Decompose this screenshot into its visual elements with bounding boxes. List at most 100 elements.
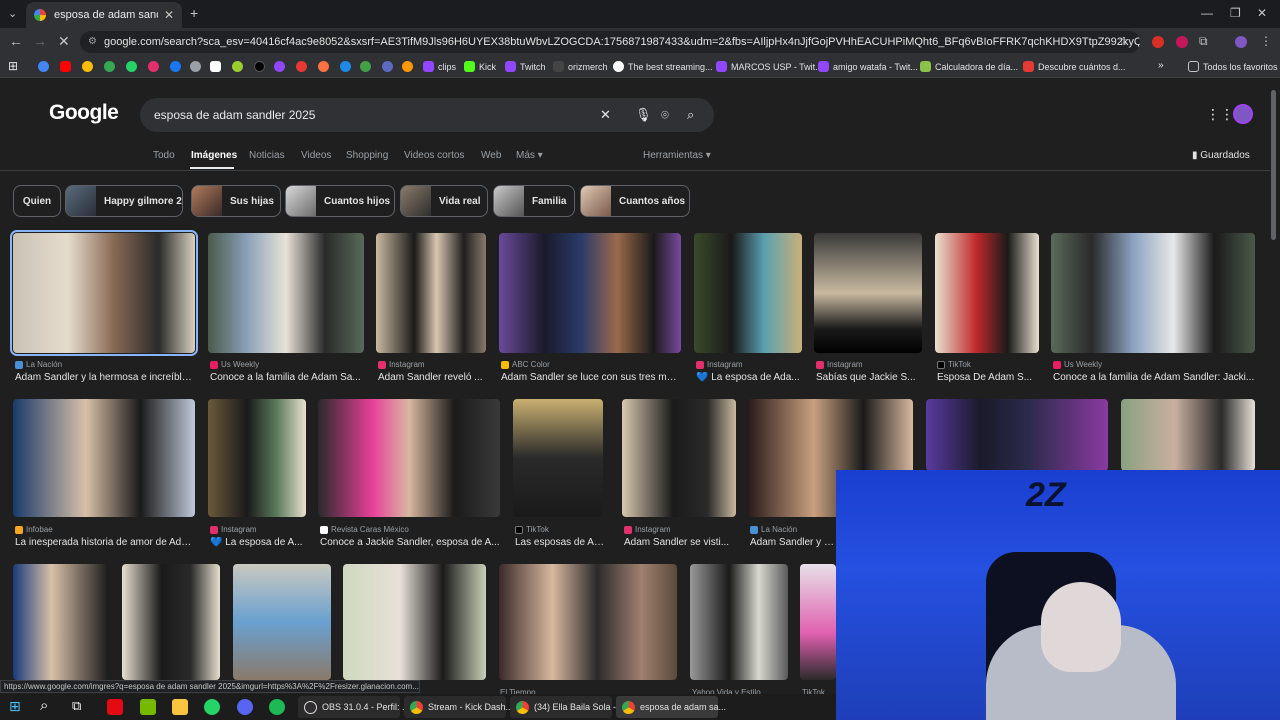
result-source[interactable]: Instagram bbox=[210, 525, 257, 534]
result-source[interactable]: La Nación bbox=[750, 525, 797, 534]
image-result[interactable] bbox=[499, 564, 677, 680]
file-explorer-icon[interactable] bbox=[172, 699, 188, 715]
result-thumbnail[interactable] bbox=[800, 564, 836, 680]
result-caption[interactable]: 💙 La esposa de A... bbox=[210, 537, 308, 548]
image-result[interactable]: La Nación Adam Sandler y la hermosa e in… bbox=[10, 230, 198, 383]
address-bar[interactable]: ⚙ google.com/search?sca_esv=40416cf4ac9e… bbox=[80, 31, 1140, 53]
loading-icon[interactable]: ✕ bbox=[58, 33, 70, 50]
tab-web[interactable]: Web bbox=[481, 150, 501, 161]
close-tab-icon[interactable]: ✕ bbox=[164, 8, 174, 22]
image-result[interactable]: Instagram Sabías que Jackie S... bbox=[814, 233, 922, 383]
page-scrollbar[interactable] bbox=[1271, 90, 1276, 240]
result-thumbnail[interactable] bbox=[926, 399, 1108, 471]
bookmark-streaming[interactable]: The best streaming... bbox=[613, 61, 713, 72]
image-result[interactable] bbox=[343, 564, 486, 680]
image-result[interactable]: TikTok bbox=[800, 564, 836, 697]
clear-search-icon[interactable]: ✕ bbox=[600, 98, 611, 132]
bookmark-chrome-icon[interactable] bbox=[38, 61, 49, 72]
result-thumbnail[interactable] bbox=[13, 564, 109, 680]
bookmark-whatsapp-icon[interactable] bbox=[126, 61, 137, 72]
bookmark-icon[interactable] bbox=[318, 61, 329, 72]
extensions-icon[interactable]: ⧉ bbox=[1199, 34, 1208, 49]
result-source[interactable]: Revista Caras México bbox=[320, 525, 409, 534]
result-thumbnail[interactable] bbox=[690, 564, 788, 680]
result-caption[interactable]: Adam Sandler y el c... bbox=[750, 537, 838, 548]
result-thumbnail[interactable] bbox=[1121, 399, 1255, 471]
windows-start-icon[interactable]: ⊞ bbox=[9, 698, 21, 715]
result-caption[interactable]: Adam Sandler se visti... bbox=[624, 537, 738, 548]
bookmark-kick[interactable]: Kick bbox=[464, 61, 496, 72]
bookmark-icon[interactable] bbox=[296, 61, 307, 72]
search-input[interactable]: esposa de adam sandler 2025 ✕ 🎙 ⌾ ⌕ bbox=[140, 98, 714, 132]
result-thumbnail[interactable] bbox=[208, 233, 364, 353]
result-thumbnail[interactable] bbox=[814, 233, 922, 353]
result-thumbnail[interactable] bbox=[499, 233, 681, 353]
whatsapp-icon[interactable] bbox=[204, 699, 220, 715]
result-caption[interactable]: Las esposas de Ad... bbox=[515, 537, 605, 548]
result-source[interactable]: La Nación bbox=[15, 360, 62, 369]
voice-search-icon[interactable]: 🎙 bbox=[635, 98, 652, 132]
result-thumbnail[interactable] bbox=[622, 399, 736, 517]
bookmark-amigo[interactable]: amigo watafa - Twit... bbox=[818, 61, 918, 72]
result-caption[interactable]: Esposa De Adam S... bbox=[937, 372, 1041, 383]
image-result[interactable]: Yahoo Vida y Estilo bbox=[690, 564, 788, 697]
result-thumbnail[interactable] bbox=[233, 564, 331, 680]
minimize-icon[interactable]: — bbox=[1201, 6, 1213, 20]
extension-red-icon[interactable] bbox=[1152, 36, 1164, 48]
tab-todo[interactable]: Todo bbox=[153, 150, 175, 161]
all-bookmarks[interactable]: Todos los favoritos bbox=[1188, 61, 1278, 72]
tab-mas[interactable]: Más ▾ bbox=[516, 150, 543, 161]
image-result[interactable]: ABC Color Adam Sandler se luce con sus t… bbox=[499, 233, 681, 383]
google-apps-icon[interactable]: ⋮⋮ bbox=[1206, 106, 1234, 123]
image-result[interactable] bbox=[926, 399, 1108, 471]
image-result[interactable]: Infobae La inesperada historia de amor d… bbox=[13, 399, 195, 549]
new-tab-icon[interactable]: + bbox=[190, 5, 198, 21]
bookmark-youtube-icon[interactable] bbox=[60, 61, 71, 72]
image-result[interactable] bbox=[122, 564, 220, 680]
bookmark-icon[interactable] bbox=[82, 61, 93, 72]
image-result[interactable] bbox=[1121, 399, 1255, 471]
result-source[interactable]: Us Weekly bbox=[1053, 360, 1102, 369]
result-caption[interactable]: Conoce a Jackie Sandler, esposa de A... bbox=[320, 537, 500, 548]
taskbar-obs[interactable]: OBS 31.0.4 - Perfil: ... bbox=[298, 696, 410, 718]
image-result[interactable] bbox=[13, 564, 109, 680]
image-result[interactable]: Instagram Adam Sandler reveló ... bbox=[376, 233, 486, 383]
result-source[interactable]: Instagram bbox=[696, 360, 743, 369]
tab-videos-cortos[interactable]: Videos cortos bbox=[404, 150, 464, 161]
browser-tab-active[interactable]: esposa de adam sandler 2025 ✕ bbox=[26, 2, 182, 28]
bookmark-icon[interactable] bbox=[210, 61, 221, 72]
image-result[interactable]: La Nación Adam Sandler y el c... bbox=[748, 399, 913, 549]
google-logo[interactable]: Google bbox=[49, 101, 119, 125]
result-caption[interactable]: 💙 La esposa de Ada... bbox=[696, 372, 804, 383]
bookmark-tiktok-icon[interactable] bbox=[254, 61, 265, 72]
result-source[interactable]: Infobae bbox=[15, 525, 53, 534]
bookmark-icon[interactable] bbox=[360, 61, 371, 72]
result-thumbnail[interactable] bbox=[694, 233, 802, 353]
chip-sus-hijas[interactable]: Sus hijas bbox=[191, 185, 281, 217]
bookmark-icon[interactable] bbox=[232, 61, 243, 72]
result-thumbnail[interactable] bbox=[13, 399, 195, 517]
netflix-icon[interactable] bbox=[107, 699, 123, 715]
bookmark-star-icon[interactable]: ☆ bbox=[1118, 34, 1129, 48]
restore-icon[interactable]: ❐ bbox=[1230, 6, 1241, 20]
saved-button[interactable]: ▮ Guardados bbox=[1192, 150, 1250, 161]
chip-cuantos-anos[interactable]: Cuantos años bbox=[580, 185, 690, 217]
result-thumbnail[interactable] bbox=[122, 564, 220, 680]
image-result[interactable]: Instagram 💙 La esposa de A... bbox=[208, 399, 306, 549]
taskbar-google-search[interactable]: esposa de adam sa... bbox=[616, 696, 726, 718]
bookmark-calculadora[interactable]: Calculadora de día... bbox=[920, 61, 1018, 72]
account-avatar[interactable] bbox=[1233, 104, 1253, 124]
result-source[interactable]: Instagram bbox=[378, 360, 425, 369]
extension-pink-icon[interactable] bbox=[1176, 36, 1188, 48]
tab-search-icon[interactable]: ⌄ bbox=[8, 7, 17, 20]
tab-videos[interactable]: Videos bbox=[301, 150, 331, 161]
menu-kebab-icon[interactable]: ⋮ bbox=[1260, 34, 1272, 48]
result-source[interactable]: Us Weekly bbox=[210, 360, 259, 369]
image-result[interactable] bbox=[233, 564, 331, 680]
task-view-icon[interactable]: ⧉ bbox=[72, 698, 81, 714]
site-info-icon[interactable]: ⚙ bbox=[88, 31, 97, 53]
bookmark-marcos[interactable]: MARCOS USP - Twit... bbox=[716, 61, 823, 72]
spotify-icon[interactable] bbox=[269, 699, 285, 715]
result-caption[interactable]: Adam Sandler reveló ... bbox=[378, 372, 488, 383]
chip-cuantos-hijos[interactable]: Cuantos hijos bbox=[285, 185, 395, 217]
